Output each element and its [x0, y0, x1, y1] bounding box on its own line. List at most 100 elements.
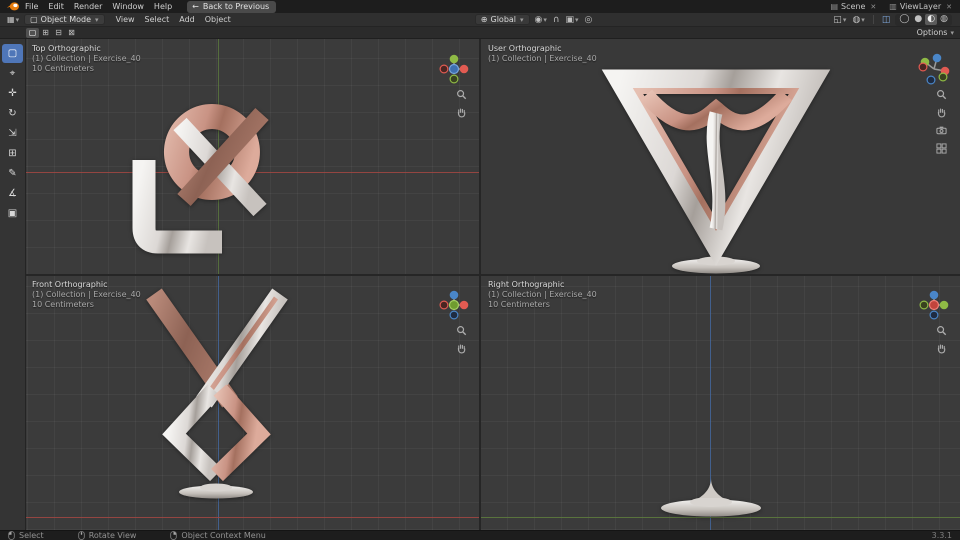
viewport-right-orthographic[interactable]: Right Orthographic (1) Collection | Exer… — [480, 275, 960, 530]
viewport-grid-scale: 10 Centimeters — [32, 300, 94, 309]
back-button-label: Back to Previous — [202, 1, 270, 11]
mouse-left-icon — [8, 531, 15, 540]
model-front-view[interactable] — [128, 282, 308, 510]
overlays-icon: ◍ — [852, 14, 861, 25]
mode-selector[interactable]: ▢ Object Mode ▾ — [24, 14, 105, 25]
gizmo-icon: ◱ — [833, 14, 842, 25]
tool-add-cube[interactable]: ▣ — [2, 204, 23, 223]
model-top-view[interactable] — [122, 52, 312, 262]
viewport-breadcrumb: (1) Collection | Exercise_40 — [488, 54, 597, 63]
transform-orientation-selector[interactable]: ⊕ Global ▾ — [474, 14, 530, 25]
shading-wireframe-button[interactable]: ◯ — [897, 14, 911, 25]
tool-cursor[interactable]: ⌖ — [2, 64, 23, 83]
scene-unlink-icon[interactable]: ✕ — [868, 3, 878, 11]
options-button[interactable]: Options ▾ — [917, 28, 954, 37]
viewport-front-orthographic[interactable]: Front Orthographic (1) Collection | Exer… — [0, 275, 480, 530]
navigation-gizmo[interactable] — [918, 53, 950, 85]
tool-rotate[interactable]: ↻ — [2, 104, 23, 123]
status-hint-select: Select — [19, 531, 44, 540]
shading-solid-button[interactable]: ● — [912, 14, 924, 25]
mode-label: Object Mode — [40, 15, 92, 24]
view-layer-remove-icon[interactable]: ✕ — [944, 3, 954, 11]
viewport-shading-group: ◯ ● ◐ ◍ — [895, 13, 952, 26]
snap-settings-dropdown[interactable]: ▣ ▾ — [565, 15, 580, 25]
status-bar: Select Rotate View Object Context Menu 3… — [0, 530, 960, 540]
viewport-title: Front Orthographic — [32, 280, 108, 289]
pan-hand-icon[interactable] — [456, 107, 467, 118]
x-axis-line — [0, 517, 480, 518]
mouse-middle-icon — [78, 531, 85, 540]
zoom-icon[interactable] — [936, 89, 947, 100]
blender-window: File Edit Render Window Help ← Back to P… — [0, 0, 960, 540]
show-gizmo-button[interactable]: ◱ ▾ — [832, 15, 847, 25]
xray-toggle[interactable]: ◫ — [881, 15, 892, 25]
pan-hand-icon[interactable] — [456, 343, 467, 354]
viewport-breadcrumb: (1) Collection | Exercise_40 — [488, 290, 597, 299]
viewport-user-orthographic[interactable]: User Orthographic (1) Collection | Exerc… — [480, 39, 960, 275]
blender-version: 3.3.1 — [931, 531, 952, 540]
snap-toggle[interactable]: ∩ — [552, 15, 561, 25]
menu-select[interactable]: Select — [140, 15, 175, 24]
zoom-icon[interactable] — [456, 89, 467, 100]
viewport-breadcrumb: (1) Collection | Exercise_40 — [32, 290, 141, 299]
menu-help[interactable]: Help — [149, 2, 177, 11]
shading-material-button[interactable]: ◐ — [925, 14, 938, 25]
status-hint-context-menu: Object Context Menu — [181, 531, 266, 540]
viewport-title: Top Orthographic — [32, 44, 101, 53]
select-mode-new-button[interactable]: ▢ — [26, 27, 39, 38]
blender-logo[interactable] — [6, 1, 20, 12]
navigation-gizmo[interactable] — [918, 289, 950, 321]
tool-scale[interactable]: ⇲ — [2, 124, 23, 143]
tool-settings-bar: ▢ ⊞ ⊟ ⊠ Options ▾ — [0, 27, 960, 39]
separator — [872, 15, 874, 24]
show-overlays-button[interactable]: ◍ ▾ — [851, 15, 865, 25]
proportional-editing-toggle[interactable]: ◎ — [584, 15, 594, 25]
pivot-point-selector[interactable]: ◉ ▾ — [534, 15, 548, 25]
zoom-icon[interactable] — [936, 325, 947, 336]
zoom-icon[interactable] — [456, 325, 467, 336]
viewport-breadcrumb: (1) Collection | Exercise_40 — [32, 54, 141, 63]
object-mode-icon: ▢ — [30, 15, 38, 24]
mouse-right-icon — [170, 531, 177, 540]
viewport-title: Right Orthographic — [488, 280, 565, 289]
select-mode-subtract-button[interactable]: ⊟ — [52, 28, 65, 38]
viewport-header: ▦ ▾ ▢ Object Mode ▾ View Select Add Obje… — [0, 13, 960, 27]
menu-edit[interactable]: Edit — [43, 2, 69, 11]
select-mode-extend-button[interactable]: ⊞ — [39, 28, 52, 38]
editor-type-button[interactable]: ▦ ▾ — [4, 15, 22, 24]
tool-measure[interactable]: ∡ — [2, 184, 23, 203]
model-right-view[interactable] — [600, 282, 830, 527]
tool-move[interactable]: ✛ — [2, 84, 23, 103]
quad-view-grid-icon[interactable] — [936, 143, 947, 154]
proportional-icon: ◎ — [584, 14, 593, 25]
back-to-previous-button[interactable]: ← Back to Previous — [187, 0, 277, 13]
viewport-grid-scale: 10 Centimeters — [32, 64, 94, 73]
navigation-gizmo[interactable] — [438, 289, 470, 321]
navigation-gizmo[interactable] — [438, 53, 470, 85]
magnet-icon: ∩ — [552, 14, 560, 25]
menu-file[interactable]: File — [20, 2, 43, 11]
view-layer-selector[interactable]: ViewLayer — [900, 2, 941, 11]
camera-view-icon[interactable] — [936, 125, 947, 136]
shading-rendered-button[interactable]: ◍ — [938, 14, 950, 25]
tool-transform[interactable]: ⊞ — [2, 144, 23, 163]
menu-view[interactable]: View — [111, 15, 140, 24]
pan-hand-icon[interactable] — [936, 343, 947, 354]
tool-select-box[interactable]: ▢ — [2, 44, 23, 63]
tool-annotate[interactable]: ✎ — [2, 164, 23, 183]
menu-object[interactable]: Object — [200, 15, 236, 24]
editor-type-icon: ▦ — [7, 15, 15, 24]
menu-render[interactable]: Render — [69, 2, 107, 11]
viewport-top-orthographic[interactable]: Top Orthographic (1) Collection | Exerci… — [0, 39, 480, 275]
menu-window[interactable]: Window — [107, 2, 149, 11]
viewport-split-horizontal[interactable] — [0, 274, 960, 276]
select-mode-intersect-button[interactable]: ⊠ — [65, 28, 78, 38]
quad-view: Top Orthographic (1) Collection | Exerci… — [0, 39, 960, 530]
viewport-split-vertical[interactable] — [479, 39, 481, 530]
model-user-view[interactable] — [598, 47, 838, 275]
menu-add[interactable]: Add — [174, 15, 200, 24]
scene-selector[interactable]: Scene — [841, 2, 865, 11]
xray-icon: ◫ — [881, 14, 891, 25]
pan-hand-icon[interactable] — [936, 107, 947, 118]
orientation-label: Global — [490, 15, 517, 24]
